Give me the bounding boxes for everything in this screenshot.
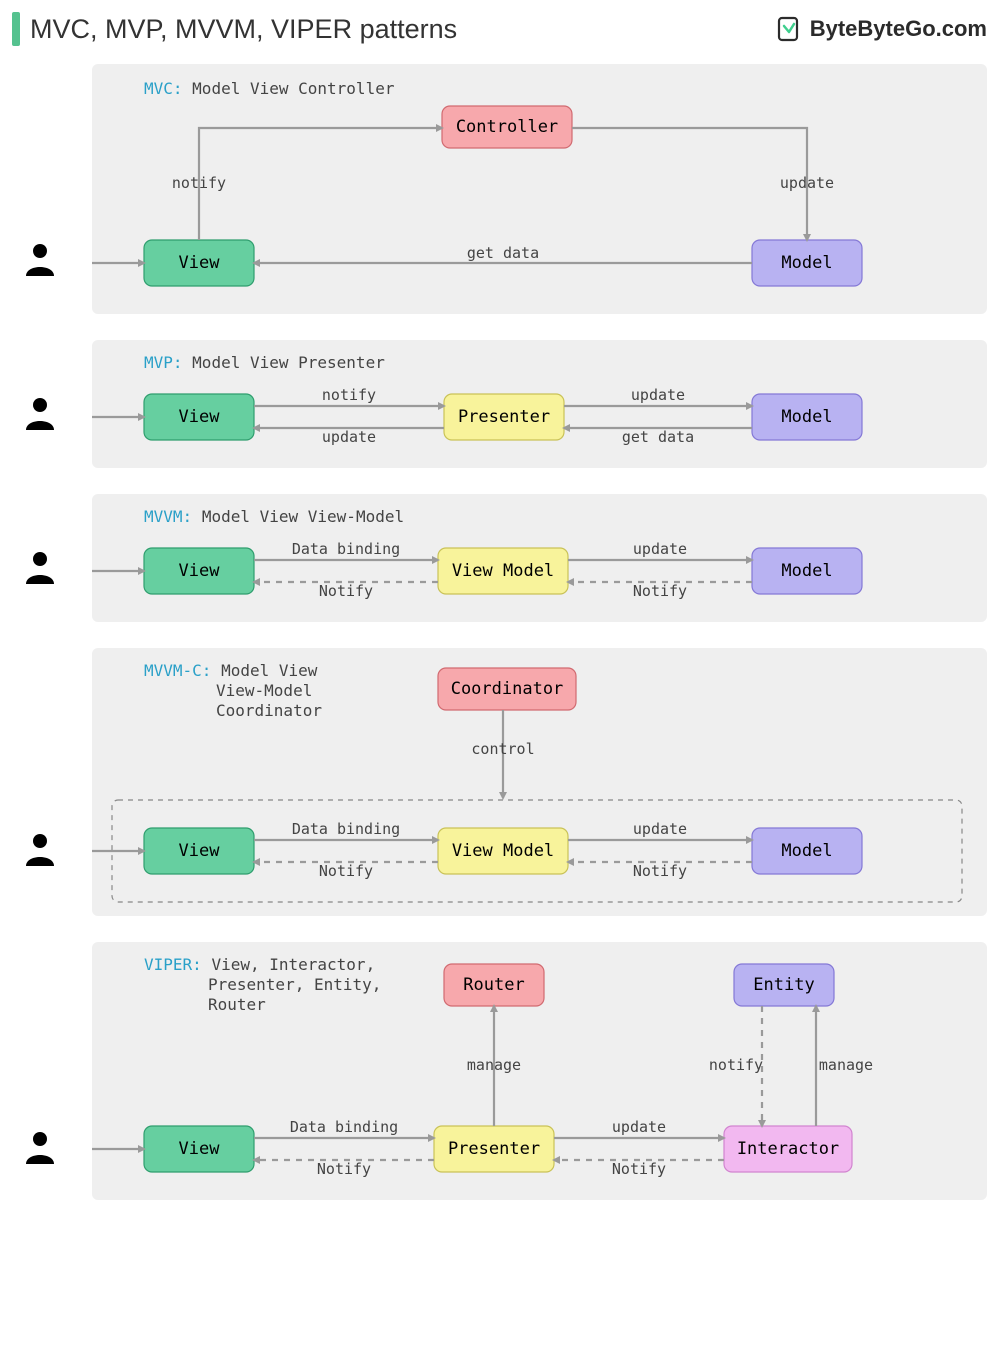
mvp-get-label: get data (622, 428, 694, 446)
mvp-notify-label: notify (322, 386, 376, 404)
mvvmc-panel: MVVM-C: Model View View-Model Coordinato… (92, 648, 987, 916)
viper-manage1-label: manage (467, 1056, 521, 1074)
viper-name1: View, Interactor, (211, 955, 375, 974)
mvvmc-name2: View-Model (216, 681, 312, 700)
mvvmc-key: MVVM-C: (144, 661, 211, 680)
mvc-update-label: update (780, 174, 834, 192)
mvp-update2-label: update (631, 386, 685, 404)
mvvm-name: Model View View-Model (202, 507, 404, 526)
mvvm-vm-label: View Model (452, 561, 554, 581)
viper-name3: Router (208, 995, 266, 1014)
mvp-panel: MVP: Model View Presenter View Presenter… (92, 340, 987, 468)
mvc-get-label: get data (467, 244, 539, 262)
mvp-update1-label: update (322, 428, 376, 446)
mvvm-view-label: View (179, 561, 221, 581)
mvc-notify-label: notify (172, 174, 226, 192)
mvvm-notify2-label: Notify (633, 582, 687, 600)
mvc-controller-label: Controller (456, 117, 558, 137)
mvc-update-edge (572, 128, 807, 240)
user-icon (22, 550, 58, 586)
mvc-notify-edge (199, 128, 442, 240)
mvp-view-label: View (179, 407, 221, 427)
mvvmc-name1: Model View (221, 661, 318, 680)
mvvmc-notify1-label: Notify (319, 862, 373, 880)
svg-text:MVP: Model View Presenter: MVP: Model View Presenter (144, 353, 385, 372)
mvvmc-bind-label: Data binding (292, 820, 400, 838)
mvvmc-update-label: update (633, 820, 687, 838)
logo-icon (776, 16, 802, 42)
viper-router-label: Router (463, 975, 524, 995)
mvvmc-control-label: control (471, 740, 534, 758)
mvvm-notify1-label: Notify (319, 582, 373, 600)
viper-name2: Presenter, Entity, (208, 975, 381, 994)
mvp-model-label: Model (781, 407, 832, 427)
mvvm-update-label: update (633, 540, 687, 558)
mvvmc-coordinator-label: Coordinator (451, 679, 564, 699)
mvp-key: MVP: (144, 353, 183, 372)
accent-bar (12, 12, 20, 46)
viper-notify3-label: notify (709, 1056, 763, 1074)
mvvm-model-label: Model (781, 561, 832, 581)
mvvmc-name3: Coordinator (216, 701, 322, 720)
viper-key: VIPER: (144, 955, 202, 974)
user-icon (22, 242, 58, 278)
mvvm-bind-label: Data binding (292, 540, 400, 558)
mvc-name: Model View Controller (192, 79, 395, 98)
mvc-panel: MVC: Model View Controller Controller Vi… (92, 64, 987, 314)
viper-view-label: View (179, 1139, 221, 1159)
viper-presenter-label: Presenter (448, 1139, 540, 1159)
mvc-model-label: Model (781, 253, 832, 273)
viper-bind-label: Data binding (290, 1118, 398, 1136)
user-icon (22, 396, 58, 432)
mvvmc-model-label: Model (781, 841, 832, 861)
viper-entity-label: Entity (753, 975, 814, 995)
mvc-view-label: View (179, 253, 221, 273)
mvvmc-vm-label: View Model (452, 841, 554, 861)
brand-text: ByteByteGo.com (810, 16, 987, 42)
svg-text:VIPER: View, Interactor,: VIPER: View, Interactor, (144, 955, 375, 974)
viper-update-label: update (612, 1118, 666, 1136)
mvvm-panel: MVVM: Model View View-Model View View Mo… (92, 494, 987, 622)
page-header: MVC, MVP, MVVM, VIPER patterns ByteByteG… (12, 12, 987, 46)
svg-text:MVVM: Model View View-Model: MVVM: Model View View-Model (144, 507, 404, 526)
user-icon (22, 1130, 58, 1166)
mvvmc-view-label: View (179, 841, 221, 861)
viper-panel: VIPER: View, Interactor, Presenter, Enti… (92, 942, 987, 1200)
svg-text:MVVM-C: Model View: MVVM-C: Model View (144, 661, 318, 680)
mvp-presenter-label: Presenter (458, 407, 550, 427)
user-icon (22, 832, 58, 868)
mvvm-key: MVVM: (144, 507, 192, 526)
mvp-name: Model View Presenter (192, 353, 385, 372)
viper-notify2-label: Notify (612, 1160, 666, 1178)
viper-notify1-label: Notify (317, 1160, 371, 1178)
svg-text:MVC: Model View Controller: MVC: Model View Controller (144, 79, 395, 98)
page-title: MVC, MVP, MVVM, VIPER patterns (30, 14, 457, 45)
viper-manage2-label: manage (819, 1056, 873, 1074)
brand-logo: ByteByteGo.com (776, 16, 987, 42)
mvc-key: MVC: (144, 79, 183, 98)
viper-interactor-label: Interactor (737, 1139, 839, 1159)
mvvmc-notify2-label: Notify (633, 862, 687, 880)
